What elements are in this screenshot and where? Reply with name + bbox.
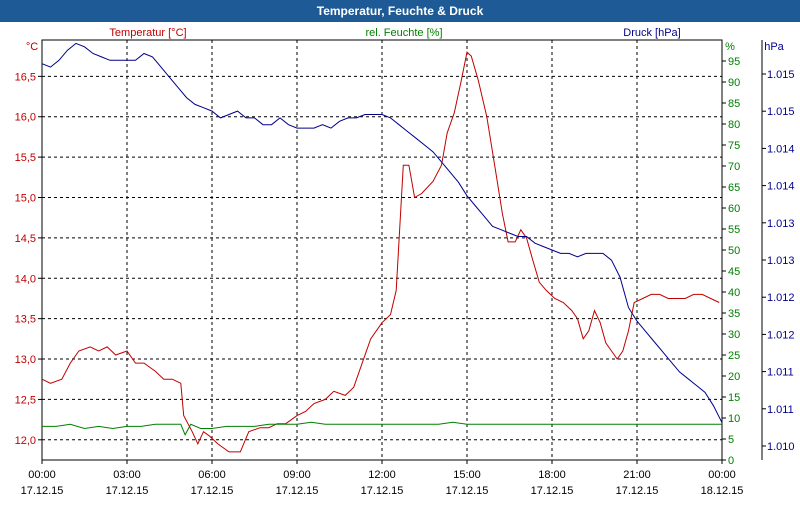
temperature-tick-label: 12,5 [15, 394, 36, 406]
humidity-tick-label: 90 [728, 77, 740, 89]
pressure-tick-label: 1.014 [767, 181, 795, 193]
temperature-tick-label: 14,0 [15, 273, 36, 285]
weather-chart-svg: 12,0 12,5 13,0 13,5 14,0 14,5 15,0 15,5 16,0 16,5… [15, 27, 795, 497]
date-tick-label: 17.12.15 [106, 485, 149, 497]
pressure-tick-label: 1.013 [767, 218, 795, 230]
date-tick-label: 17.12.15 [361, 485, 404, 497]
temperature-tick-label: 14,5 [15, 233, 36, 245]
time-tick-label: 12:00 [368, 469, 396, 481]
humidity-tick-label: 10 [728, 413, 740, 425]
pressure-tick-label: 1.011 [767, 404, 794, 416]
temperature-tick-label: 16,5 [15, 71, 36, 83]
humidity-tick-label: 85 [728, 98, 740, 110]
legend-temperature: Temperatur [°C] [109, 27, 186, 39]
date-tick-label: 18.12.15 [701, 485, 744, 497]
time-tick-label: 06:00 [198, 469, 226, 481]
humidity-tick-label: 75 [728, 140, 740, 152]
temperature-tick-label: 12,0 [15, 435, 36, 447]
plot-frame [41, 39, 763, 461]
temperature-tick-label: 13,5 [15, 314, 36, 326]
pressure-tick-label: 1.015 [767, 69, 795, 81]
time-tick-label: 03:00 [113, 469, 141, 481]
temperature-line [41, 51, 720, 453]
pressure-tick-label: 1.015 [767, 106, 795, 118]
humidity-tick-label: 20 [728, 371, 740, 383]
humidity-tick-label: 25 [728, 350, 740, 362]
humidity-unit-label: % [725, 41, 735, 53]
chart-title: Temperatur, Feuchte & Druck [0, 0, 800, 22]
date-tick-label: 17.12.15 [191, 485, 234, 497]
humidity-axis-ticks: 0 5 10 15 20 25 30 35 40 45 50 55 60 65 70 75 80 85 90 95 [722, 56, 740, 467]
humidity-tick-label: 55 [728, 224, 740, 236]
pressure-tick-label: 1.013 [767, 255, 795, 267]
humidity-tick-label: 0 [728, 455, 734, 467]
humidity-tick-label: 5 [728, 434, 734, 446]
grid-lines [42, 40, 722, 460]
humidity-tick-label: 40 [728, 287, 740, 299]
humidity-tick-label: 35 [728, 308, 740, 320]
legend-humidity: rel. Feuchte [%] [365, 27, 442, 39]
time-tick-label: 00:00 [28, 469, 56, 481]
time-tick-label: 09:00 [283, 469, 311, 481]
temperature-tick-label: 15,0 [15, 193, 36, 205]
legend-pressure: Druck [hPa] [623, 27, 680, 39]
date-tick-label: 17.12.15 [531, 485, 574, 497]
time-tick-label: 00:00 [708, 469, 736, 481]
time-tick-label: 18:00 [538, 469, 566, 481]
pressure-tick-label: 1.012 [767, 329, 795, 341]
time-axis-ticks: 00:00 17.12.15 03:00 17.12.15 06:00 17.12.15 0… [21, 460, 744, 497]
temperature-tick-label: 15,5 [15, 152, 36, 164]
humidity-tick-label: 65 [728, 182, 740, 194]
temperature-axis-ticks: 12,0 12,5 13,0 13,5 14,0 14,5 15,0 15,5 16,0 16,5 [15, 71, 42, 447]
temperature-tick-label: 16,0 [15, 112, 36, 124]
date-tick-label: 17.12.15 [446, 485, 489, 497]
temperature-unit-label: °C [26, 41, 38, 53]
chart-area: 12,0 12,5 13,0 13,5 14,0 14,5 15,0 15,5 16,0 16,5… [0, 22, 800, 500]
temperature-tick-label: 13,0 [15, 354, 36, 366]
time-tick-label: 21:00 [623, 469, 651, 481]
humidity-tick-label: 80 [728, 119, 740, 131]
pressure-tick-label: 1.010 [767, 441, 795, 453]
pressure-tick-label: 1.012 [767, 292, 795, 304]
humidity-tick-label: 95 [728, 56, 740, 68]
humidity-tick-label: 45 [728, 266, 740, 278]
date-tick-label: 17.12.15 [21, 485, 64, 497]
date-tick-label: 17.12.15 [276, 485, 319, 497]
pressure-axis-ticks: 1.010 1.011 1.011 1.012 1.012 1.013 1.013 1.014… [762, 69, 795, 453]
date-tick-label: 17.12.15 [616, 485, 659, 497]
humidity-tick-label: 60 [728, 203, 740, 215]
pressure-unit-label: hPa [764, 41, 784, 53]
pressure-tick-label: 1.014 [767, 143, 795, 155]
time-tick-label: 15:00 [453, 469, 481, 481]
humidity-tick-label: 50 [728, 245, 740, 257]
pressure-tick-label: 1.011 [767, 367, 794, 379]
humidity-tick-label: 70 [728, 161, 740, 173]
humidity-tick-label: 15 [728, 392, 740, 404]
humidity-tick-label: 30 [728, 329, 740, 341]
